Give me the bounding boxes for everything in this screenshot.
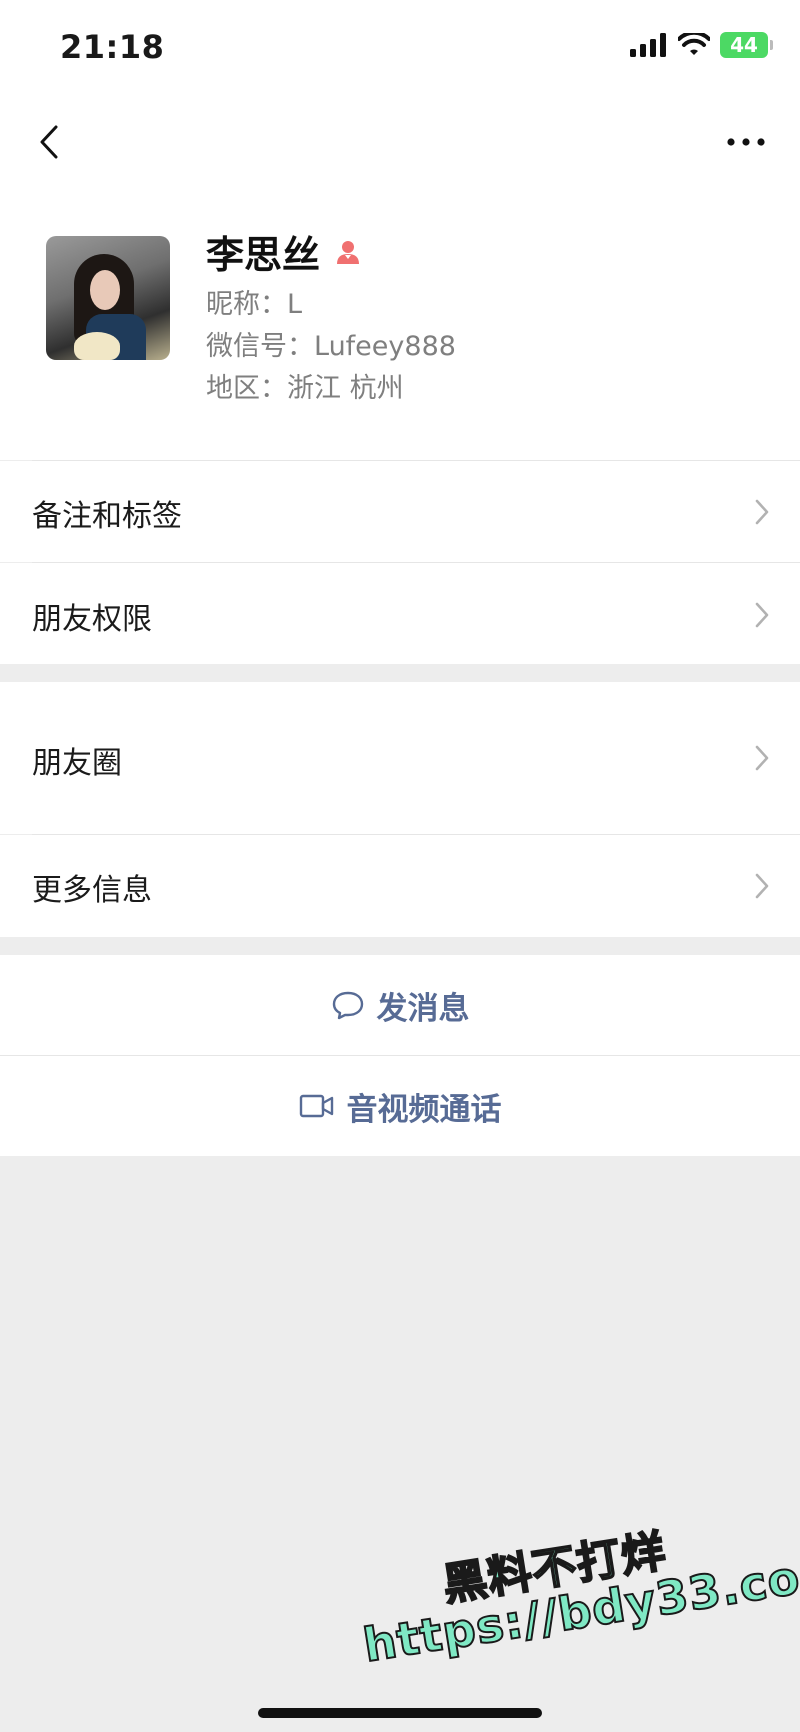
ellipsis-icon — [727, 138, 765, 146]
avatar[interactable] — [46, 236, 170, 360]
av-call-button[interactable]: 音视频通话 — [0, 1056, 800, 1156]
moments-label: 朋友圈 — [32, 746, 122, 781]
battery-level: 44 — [730, 33, 758, 57]
chat-bubble-icon — [332, 991, 363, 1020]
divider — [32, 834, 800, 835]
send-message-label: 发消息 — [376, 990, 470, 1027]
section-gap — [0, 664, 800, 682]
back-button[interactable] — [24, 114, 74, 170]
chevron-right-icon — [755, 602, 769, 628]
chevron-right-icon — [755, 499, 769, 525]
name-row: 李思丝 — [206, 224, 362, 279]
home-indicator[interactable] — [258, 1708, 542, 1718]
divider — [32, 460, 800, 461]
chevron-left-icon — [40, 125, 58, 159]
nickname: 昵称：L — [206, 289, 303, 320]
send-message-button[interactable]: 发消息 — [0, 955, 800, 1055]
more-info-item[interactable]: 更多信息 — [0, 835, 800, 937]
more-info-label: 更多信息 — [32, 873, 152, 908]
region: 地区：浙江 杭州 — [206, 373, 404, 404]
friend-permissions-item[interactable]: 朋友权限 — [0, 563, 800, 664]
nav-bar — [0, 96, 800, 196]
wechat-id: 微信号：Lufeey888 — [206, 331, 456, 362]
remarks-tags-item[interactable]: 备注和标签 — [0, 461, 800, 562]
profile-header: 李思丝 昵称：L 微信号：Lufeey888 地区：浙江 杭州 — [0, 196, 800, 460]
remarks-tags-label: 备注和标签 — [32, 499, 182, 534]
contact-profile-page: 21:18 44 李思丝 昵称：L 微信号：Lufeey888 地区：浙江 杭州… — [0, 0, 800, 1732]
status-time: 21:18 — [60, 28, 165, 66]
wifi-icon — [678, 33, 710, 55]
chevron-right-icon — [755, 745, 769, 771]
status-icons: 44 — [630, 32, 773, 58]
status-bar: 21:18 44 — [0, 0, 800, 96]
signal-icon — [630, 33, 666, 57]
divider — [0, 1055, 800, 1056]
section-gap — [0, 937, 800, 955]
moments-item[interactable]: 朋友圈 — [0, 682, 800, 834]
av-call-label: 音视频通话 — [346, 1091, 502, 1128]
friend-permissions-label: 朋友权限 — [32, 602, 152, 637]
video-camera-icon — [299, 1094, 333, 1118]
female-person-icon — [337, 240, 360, 264]
divider — [32, 562, 800, 563]
chevron-right-icon — [755, 873, 769, 899]
battery-icon: 44 — [720, 32, 773, 58]
watermark: 黑料不打烊 https://bdy33.co — [351, 1498, 800, 1712]
more-options-button[interactable] — [716, 114, 776, 170]
contact-name: 李思丝 — [206, 233, 321, 277]
